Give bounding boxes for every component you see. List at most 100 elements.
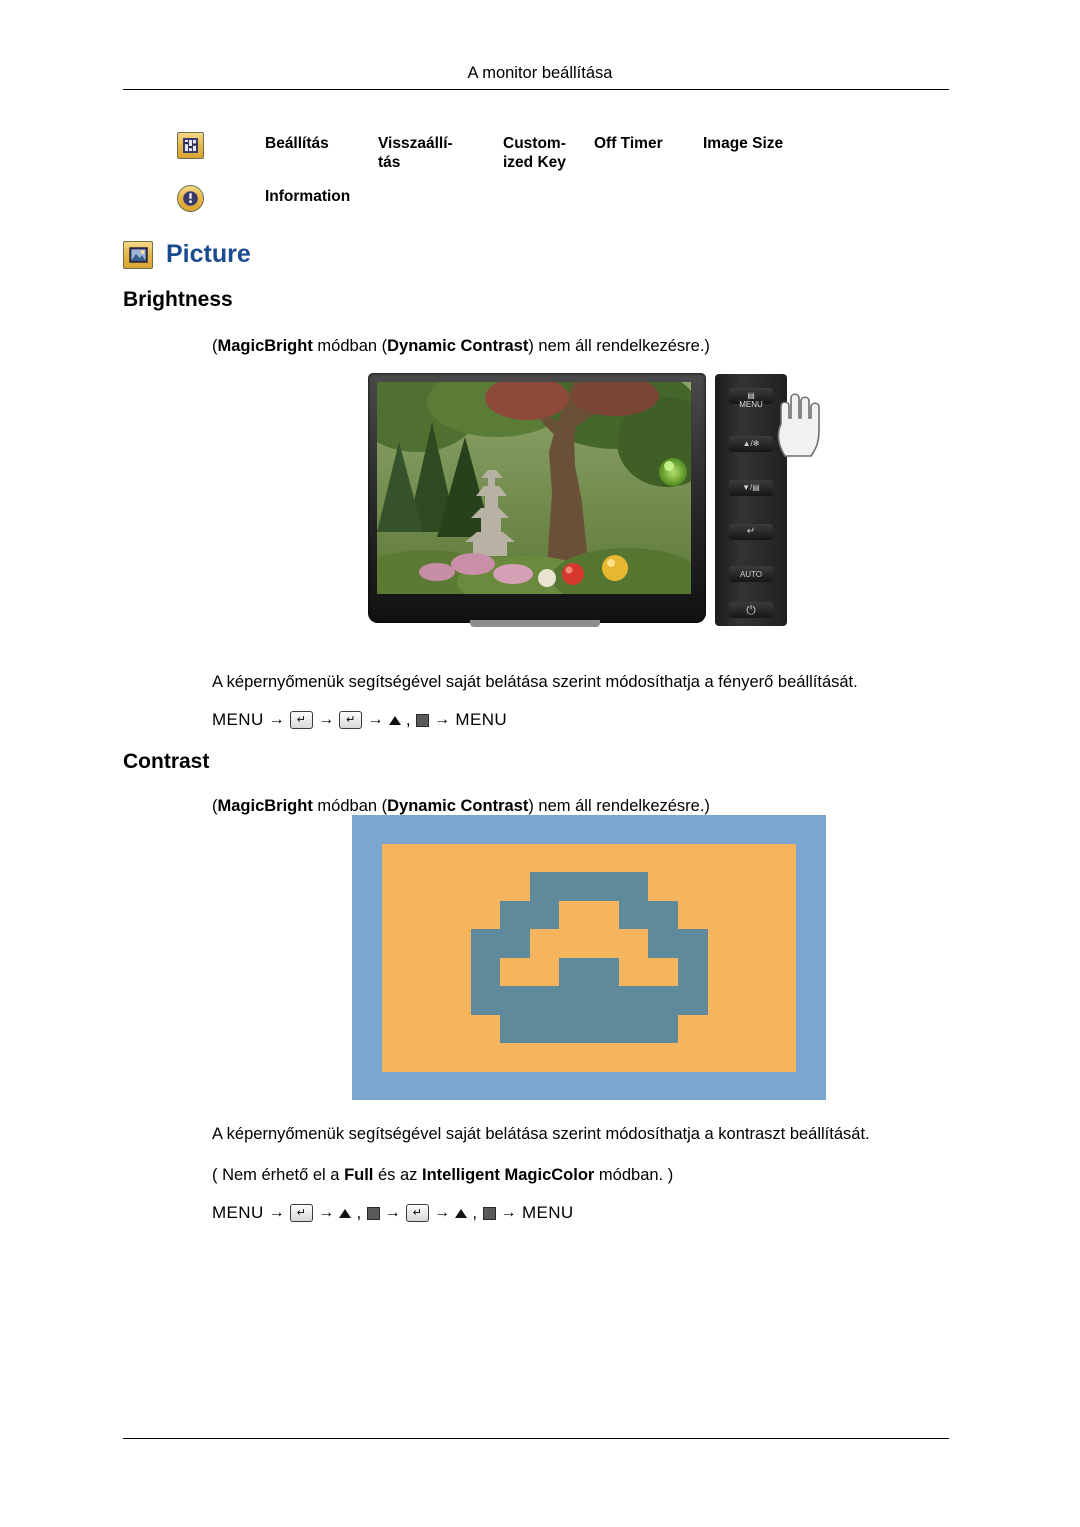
contrast-pixel bbox=[707, 1043, 738, 1072]
contrast-note-bold-1: MagicBright bbox=[217, 797, 313, 815]
contrast-pixel bbox=[352, 843, 382, 872]
menu-item-visszaallitas[interactable]: Visszaállí- tás bbox=[378, 134, 453, 172]
contrast-pixel bbox=[589, 900, 619, 929]
contrast-pixel bbox=[766, 872, 797, 901]
contrast-note-tail: ) nem áll rendelkezésre.) bbox=[528, 797, 710, 815]
contrast-heading: Contrast bbox=[123, 750, 210, 773]
osd-menu-row-1: Beállítás Visszaállí- tás Custom- ized K… bbox=[177, 130, 953, 171]
contrast-restriction-bold-2: Intelligent MagicColor bbox=[422, 1166, 595, 1184]
arrow-icon: → bbox=[318, 711, 335, 728]
contrast-pixel bbox=[648, 957, 678, 986]
contrast-pixel bbox=[529, 929, 560, 958]
up-arrow-icon bbox=[388, 715, 401, 725]
contrast-pixel bbox=[411, 1071, 441, 1100]
contrast-pixel bbox=[648, 1014, 678, 1043]
contrast-pixel bbox=[529, 900, 560, 929]
contrast-pixel bbox=[618, 957, 649, 986]
contrast-pixel bbox=[352, 957, 382, 986]
comma-separator: , bbox=[405, 710, 411, 729]
document-page: A monitor beállítása Beállítás Visszaáll… bbox=[0, 0, 1080, 1527]
contrast-pixel bbox=[470, 1043, 501, 1072]
contrast-pixel bbox=[529, 957, 560, 986]
contrast-pixel bbox=[352, 815, 382, 844]
contrast-pixel bbox=[737, 1043, 767, 1072]
contrast-pixel-grid bbox=[352, 815, 826, 1100]
contrast-pixel bbox=[381, 986, 412, 1015]
contrast-pixel bbox=[707, 929, 738, 958]
contrast-pixel bbox=[352, 1014, 382, 1043]
contrast-pixel bbox=[737, 986, 767, 1015]
contrast-pixel bbox=[737, 929, 767, 958]
contrast-pixel bbox=[707, 986, 738, 1015]
contrast-pixel bbox=[440, 872, 471, 901]
brightness-note-bold-2: Dynamic Contrast bbox=[387, 337, 529, 355]
contrast-pixel bbox=[737, 815, 767, 844]
contrast-pixel bbox=[411, 1043, 441, 1072]
contrast-pixel bbox=[796, 872, 826, 901]
contrast-pixel bbox=[381, 872, 412, 901]
contrast-pixel bbox=[766, 986, 797, 1015]
down-arrow-icon bbox=[482, 1206, 496, 1220]
contrast-pixel bbox=[796, 1043, 826, 1072]
enter-key-icon: ↵ bbox=[406, 1204, 429, 1222]
arrow-icon: → bbox=[268, 1204, 286, 1221]
contrast-pixel bbox=[559, 929, 589, 958]
contrast-pixel bbox=[737, 957, 767, 986]
contrast-pixel bbox=[411, 843, 441, 872]
contrast-pixel bbox=[589, 957, 619, 986]
monitor-button-enter-label: ↵ bbox=[746, 526, 756, 537]
contrast-pixel bbox=[796, 815, 826, 844]
menu-item-beallitas[interactable]: Beállítás bbox=[265, 134, 329, 153]
footer-divider bbox=[123, 1438, 949, 1439]
enter-key-icon: ↵ bbox=[339, 711, 363, 729]
contrast-description: A képernyőmenük segítségével saját belát… bbox=[212, 1125, 870, 1143]
contrast-pixel bbox=[559, 843, 589, 872]
contrast-pixel bbox=[440, 986, 471, 1015]
contrast-pixel bbox=[618, 815, 649, 844]
menu-item-image-size[interactable]: Image Size bbox=[703, 134, 783, 153]
contrast-pixel bbox=[559, 815, 589, 844]
contrast-pixel bbox=[381, 900, 412, 929]
contrast-pixel bbox=[559, 986, 589, 1015]
pointing-hand-icon bbox=[773, 392, 825, 458]
contrast-pixel bbox=[618, 872, 649, 901]
contrast-pixel bbox=[352, 929, 382, 958]
menu-item-customized-key[interactable]: Custom- ized Key bbox=[503, 134, 566, 172]
contrast-pixel bbox=[766, 900, 797, 929]
picture-label: Picture bbox=[166, 240, 251, 268]
arrow-icon: → bbox=[367, 711, 384, 728]
contrast-pixel bbox=[411, 900, 441, 929]
contrast-pixel bbox=[500, 843, 530, 872]
contrast-pixel bbox=[440, 957, 471, 986]
page-header-title: A monitor beállítása bbox=[467, 64, 613, 82]
arrow-icon: → bbox=[500, 1204, 517, 1221]
contrast-pixel bbox=[411, 986, 441, 1015]
contrast-menu-sequence: MENU → ↵ → , → ↵ → , → MENU bbox=[212, 1203, 574, 1223]
contrast-pixel bbox=[470, 872, 501, 901]
contrast-pixel bbox=[529, 986, 560, 1015]
contrast-restriction-bold-1: Full bbox=[344, 1166, 374, 1184]
contrast-pixel bbox=[737, 1014, 767, 1043]
contrast-pixel bbox=[618, 843, 649, 872]
contrast-pixel bbox=[470, 929, 501, 958]
brightness-monitor-illustration: ▤ MENU ▲/✻ ▼/▤ ↵ AUTO ⏻ bbox=[365, 370, 825, 635]
contrast-pixel bbox=[559, 900, 589, 929]
osd-menu-row-2: Information bbox=[177, 168, 953, 212]
contrast-pixel bbox=[589, 1043, 619, 1072]
contrast-pixel bbox=[470, 815, 501, 844]
brightness-note-mid: módban ( bbox=[312, 337, 388, 355]
brightness-seq-end: MENU bbox=[455, 710, 508, 729]
contrast-pixel bbox=[352, 1071, 382, 1100]
contrast-pixel bbox=[589, 815, 619, 844]
contrast-pixel bbox=[677, 815, 708, 844]
contrast-pixel bbox=[352, 900, 382, 929]
contrast-pixel bbox=[411, 872, 441, 901]
contrast-pixel bbox=[677, 1043, 708, 1072]
contrast-seq-end: MENU bbox=[521, 1203, 574, 1222]
menu-item-off-timer[interactable]: Off Timer bbox=[594, 134, 663, 153]
contrast-pixel bbox=[737, 843, 767, 872]
contrast-pixel bbox=[648, 872, 678, 901]
menu-item-information[interactable]: Information bbox=[265, 187, 350, 206]
osd-menu-bar: Beállítás Visszaállí- tás Custom- ized K… bbox=[177, 130, 953, 212]
brightness-note: (MagicBright módban (Dynamic Contrast) n… bbox=[212, 337, 710, 355]
